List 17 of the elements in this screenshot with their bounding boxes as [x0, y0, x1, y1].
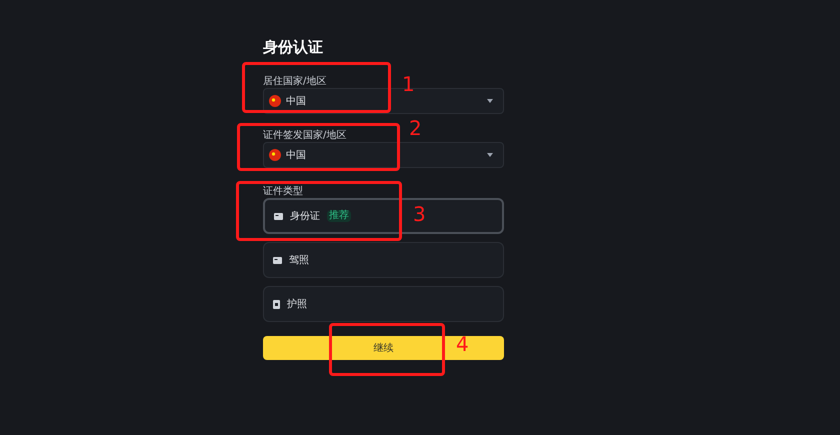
flag-icon [269, 149, 281, 161]
caret-icon [487, 99, 493, 103]
document-option[interactable]: 驾照 [263, 242, 504, 278]
document-option[interactable]: 护照 [263, 286, 504, 322]
caret-icon [487, 153, 493, 157]
recommended-badge: 推荐 [327, 210, 351, 222]
id-card-icon [273, 256, 282, 264]
annotation-number: 2 [409, 116, 422, 140]
country-select[interactable]: 中国 [263, 142, 504, 168]
field-label: 居住国家/地区 [263, 76, 326, 88]
id-card-icon [274, 212, 283, 220]
page-title: 身份认证 [263, 37, 324, 58]
passport-icon [273, 300, 280, 308]
field-label: 证件签发国家/地区 [263, 130, 346, 142]
annotation-number: 3 [413, 202, 426, 226]
flag-icon [269, 95, 281, 107]
field-label: 证件类型 [263, 186, 303, 198]
